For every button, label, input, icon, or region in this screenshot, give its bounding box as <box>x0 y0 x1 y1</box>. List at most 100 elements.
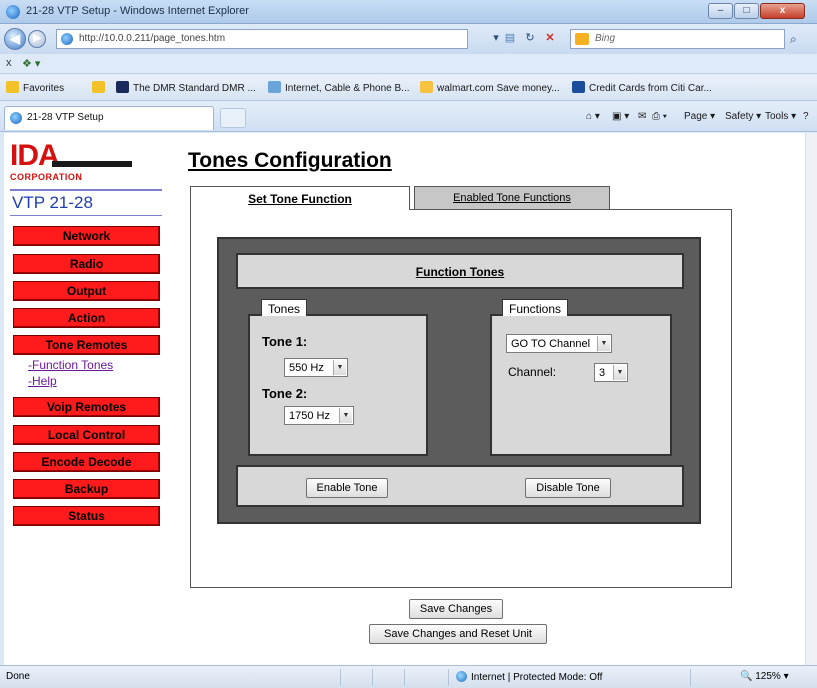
mail-icon[interactable]: ✉ <box>638 111 646 122</box>
forward-button[interactable]: ▶ <box>28 30 46 48</box>
sidebar-link-function-tones[interactable]: -Function Tones <box>28 358 113 372</box>
add-to-favorites-icon <box>92 81 105 93</box>
function-value: GO TO Channel <box>511 338 591 350</box>
security-zone[interactable]: Internet | Protected Mode: Off <box>456 671 602 683</box>
divider <box>448 669 449 686</box>
dmr-icon <box>116 81 129 93</box>
sidebar-item-encode-decode[interactable]: Encode Decode <box>13 452 160 472</box>
minimize-button[interactable]: – <box>708 3 733 19</box>
refresh-icon[interactable]: ↻ <box>520 29 540 49</box>
sidebar-item-action[interactable]: Action <box>13 308 160 328</box>
divider <box>404 669 405 686</box>
page-icon <box>61 33 73 45</box>
url-text: http://10.0.0.211/page_tones.htm <box>79 33 226 44</box>
browser-tab[interactable]: 21-28 VTP Setup <box>4 106 214 130</box>
bing-icon <box>575 33 589 45</box>
vertical-scrollbar[interactable] <box>805 133 817 665</box>
window-title: 21-28 VTP Setup - Windows Internet Explo… <box>26 5 249 17</box>
tone2-label: Tone 2: <box>262 386 308 401</box>
channel-label: Channel: <box>508 365 557 379</box>
address-field[interactable]: http://10.0.0.211/page_tones.htm <box>56 29 468 49</box>
browser-tab-label: 21-28 VTP Setup <box>27 112 104 123</box>
favorite-link-dmr[interactable]: The DMR Standard DMR ... <box>116 81 256 94</box>
safety-menu[interactable]: Safety ▾ <box>725 111 761 122</box>
divider <box>10 189 162 191</box>
enable-tone-button[interactable]: Enable Tone <box>306 478 388 498</box>
home-icon[interactable]: ⌂ ▾ <box>586 111 600 122</box>
page-title: Tones Configuration <box>188 149 392 172</box>
functions-group-label: Functions <box>502 299 569 316</box>
sidebar-item-tone-remotes[interactable]: Tone Remotes <box>13 335 160 355</box>
window-title-bar: 21-28 VTP Setup - Windows Internet Explo… <box>0 0 817 24</box>
ie-icon <box>6 5 20 19</box>
close-toolbar-icon[interactable]: x <box>6 57 12 69</box>
sidebar-item-radio[interactable]: Radio <box>13 254 160 274</box>
active-tab-joint <box>191 209 409 211</box>
chevron-down-icon: ▼ <box>597 336 610 351</box>
chevron-down-icon: ▼ <box>613 365 626 380</box>
browser-tab-row: 21-28 VTP Setup ⌂ ▾ ▣ ▾ ✉ ⎙ ▾ Page ▾ Saf… <box>0 102 817 132</box>
tone1-label: Tone 1: <box>262 334 308 349</box>
walmart-icon <box>420 81 433 93</box>
chevron-down-icon: ▼ <box>333 360 346 375</box>
ida-logo: IDA CORPORATION <box>10 141 135 183</box>
cable-icon <box>268 81 281 93</box>
chevron-down-icon: ▼ <box>339 408 352 423</box>
page-viewport: IDA CORPORATION VTP 21-28 Network Radio … <box>4 133 805 665</box>
page-menu[interactable]: Page ▾ <box>684 111 715 122</box>
sidebar-item-backup[interactable]: Backup <box>13 479 160 499</box>
divider <box>10 215 162 216</box>
tab-set-tone-function[interactable]: Set Tone Function <box>190 186 410 210</box>
compatibility-icon[interactable]: ▤ <box>500 29 520 49</box>
status-bar: Done Internet | Protected Mode: Off 🔍 12… <box>0 665 817 688</box>
feeds-icon[interactable]: ▣ ▾ <box>612 111 629 122</box>
disable-tone-button[interactable]: Disable Tone <box>525 478 611 498</box>
tone2-select[interactable]: 1750 Hz ▼ <box>284 406 354 425</box>
help-icon[interactable]: ? <box>803 111 809 122</box>
sidebar-item-status[interactable]: Status <box>13 506 160 526</box>
divider <box>690 669 691 686</box>
stop-icon[interactable]: ✕ <box>540 29 560 49</box>
tones-group-label: Tones <box>261 299 308 316</box>
sidebar-item-local-control[interactable]: Local Control <box>13 425 160 445</box>
function-select[interactable]: GO TO Channel ▼ <box>506 334 612 353</box>
star-icon <box>6 81 19 93</box>
print-icon[interactable]: ⎙ ▾ <box>652 111 667 122</box>
status-text: Done <box>6 671 30 682</box>
function-tones-header: Function Tones <box>236 253 684 289</box>
page-icon <box>10 112 22 124</box>
search-input[interactable]: Bing <box>570 29 785 49</box>
sidebar-item-network[interactable]: Network <box>13 226 160 246</box>
toolbar-addon-icon[interactable]: ❖ ▾ <box>22 57 40 70</box>
channel-select[interactable]: 3 ▼ <box>594 363 628 382</box>
favorites-button[interactable]: Favorites <box>6 81 64 94</box>
divider <box>372 669 373 686</box>
favorites-bar: Favorites The DMR Standard DMR ... Inter… <box>0 75 817 101</box>
tab-label: Set Tone Function <box>248 192 352 206</box>
save-changes-button[interactable]: Save Changes <box>409 599 503 619</box>
add-favorite-icon[interactable] <box>92 81 109 94</box>
back-button[interactable]: ◀ <box>4 28 26 50</box>
tone1-select[interactable]: 550 Hz ▼ <box>284 358 348 377</box>
maximize-button[interactable]: □ <box>734 3 759 19</box>
tab-label: Enabled Tone Functions <box>453 192 571 204</box>
search-icon[interactable]: ⌕ <box>790 32 797 47</box>
close-window-button[interactable]: x <box>760 3 805 19</box>
globe-icon <box>456 671 467 682</box>
sidebar-item-voip-remotes[interactable]: Voip Remotes <box>13 397 160 417</box>
tools-menu[interactable]: Tools ▾ <box>765 111 796 122</box>
tab-enabled-tone-functions[interactable]: Enabled Tone Functions <box>414 186 610 210</box>
zoom-level[interactable]: 🔍 125% ▾ <box>740 671 789 682</box>
address-row: ◀ ▶ http://10.0.0.211/page_tones.htm ▾ ▤… <box>0 24 817 54</box>
new-tab-button[interactable] <box>220 108 246 128</box>
tone-action-bar <box>236 465 684 507</box>
model-name: VTP 21-28 <box>12 193 93 212</box>
search-placeholder: Bing <box>595 33 616 44</box>
favorite-link-walmart[interactable]: walmart.com Save money... <box>420 81 560 94</box>
sidebar-link-help[interactable]: -Help <box>28 374 57 388</box>
function-tones-title: Function Tones <box>415 265 505 279</box>
favorite-link-cable[interactable]: Internet, Cable & Phone B... <box>268 81 410 94</box>
save-and-reset-button[interactable]: Save Changes and Reset Unit <box>369 624 547 644</box>
favorite-link-citi[interactable]: Credit Cards from Citi Car... <box>572 81 712 94</box>
sidebar-item-output[interactable]: Output <box>13 281 160 301</box>
